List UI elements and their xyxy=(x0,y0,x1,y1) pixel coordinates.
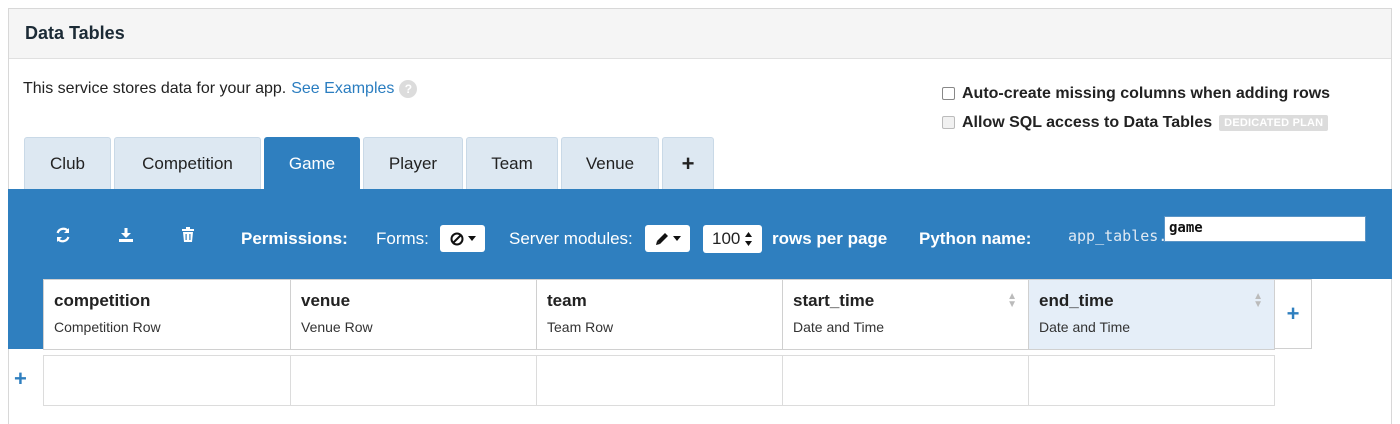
stepper-icon[interactable] xyxy=(744,231,753,247)
sql-access-option[interactable]: Allow SQL access to Data Tables DEDICATE… xyxy=(942,108,1330,137)
no-access-icon xyxy=(450,232,463,245)
column-name: team xyxy=(547,291,587,310)
column-type: Date and Time xyxy=(1039,319,1131,335)
tab-competition[interactable]: Competition xyxy=(114,137,261,189)
column-header-venue[interactable]: venue Venue Row xyxy=(291,279,537,350)
rows-per-page-label: rows per page xyxy=(772,229,888,248)
dedicated-plan-badge: DEDICATED PLAN xyxy=(1219,114,1329,131)
column-name: competition xyxy=(54,291,151,310)
question-icon[interactable]: ? xyxy=(399,80,418,98)
row-gutter xyxy=(8,279,43,349)
new-row-cell[interactable] xyxy=(783,355,1029,406)
column-name: end_time xyxy=(1039,291,1114,310)
new-row-cell[interactable] xyxy=(1029,355,1275,406)
see-examples-link[interactable]: See Examples xyxy=(291,80,394,98)
table-options: Auto-create missing columns when adding … xyxy=(942,79,1330,137)
python-name-input[interactable]: game xyxy=(1164,216,1366,242)
python-name-label: Python name: xyxy=(919,229,1032,248)
add-row-button[interactable]: + xyxy=(14,366,27,392)
chevron-down-icon xyxy=(672,235,681,241)
pencil-icon xyxy=(655,232,668,245)
auto-create-checkbox[interactable] xyxy=(942,87,955,100)
server-modules-permission-select[interactable] xyxy=(645,225,690,252)
chevron-down-icon xyxy=(467,235,476,241)
column-type: Venue Row xyxy=(301,319,373,335)
tab-player[interactable]: Player xyxy=(363,137,463,189)
refresh-icon xyxy=(56,227,70,243)
tab-team[interactable]: Team xyxy=(466,137,558,189)
table-toolbar: Permissions: Forms: Server modules: 100 … xyxy=(8,189,1392,279)
forms-label: Forms: xyxy=(376,229,429,248)
add-column-button[interactable]: + xyxy=(1275,279,1312,349)
rows-per-page-input[interactable]: 100 xyxy=(703,225,762,253)
panel-title: Data Tables xyxy=(25,23,125,43)
new-row-cell[interactable] xyxy=(291,355,537,406)
sql-access-checkbox[interactable] xyxy=(942,116,955,129)
tab-venue[interactable]: Venue xyxy=(561,137,659,189)
panel-header: Data Tables xyxy=(9,9,1391,59)
download-icon xyxy=(119,228,133,242)
auto-create-label: Auto-create missing columns when adding … xyxy=(962,84,1331,102)
table-tabs: Club Competition Game Player Team Venue … xyxy=(24,137,714,189)
column-header-end-time[interactable]: end_time Date and Time ▲ ▼ xyxy=(1029,279,1275,350)
column-header-start-time[interactable]: start_time Date and Time ▲ ▼ xyxy=(783,279,1029,350)
trash-icon xyxy=(182,227,194,242)
download-button[interactable] xyxy=(110,220,142,250)
column-name: start_time xyxy=(793,291,875,310)
intro-description: This service stores data for your app. xyxy=(23,80,287,97)
tab-club[interactable]: Club xyxy=(24,137,111,189)
column-type: Date and Time xyxy=(793,319,885,335)
sort-icon[interactable]: ▲ ▼ xyxy=(1253,292,1263,310)
column-header-competition[interactable]: competition Competition Row xyxy=(43,279,291,350)
column-name: venue xyxy=(301,291,351,310)
column-header-team[interactable]: team Team Row xyxy=(537,279,783,350)
add-table-tab[interactable]: + xyxy=(662,137,714,189)
tab-game[interactable]: Game xyxy=(264,137,360,189)
sort-icon[interactable]: ▲ ▼ xyxy=(1007,292,1017,310)
sql-access-label: Allow SQL access to Data Tables xyxy=(962,113,1213,131)
new-row-cell[interactable] xyxy=(43,355,291,406)
intro-text: This service stores data for your app. S… xyxy=(23,80,418,98)
python-name-prefix: app_tables. xyxy=(1068,227,1168,245)
permissions-label: Permissions: xyxy=(241,229,348,248)
delete-table-button[interactable] xyxy=(172,220,204,250)
column-type: Team Row xyxy=(547,319,614,335)
server-modules-label: Server modules: xyxy=(509,229,633,248)
auto-create-option[interactable]: Auto-create missing columns when adding … xyxy=(942,79,1330,108)
forms-permission-select[interactable] xyxy=(440,225,485,252)
column-type: Competition Row xyxy=(54,319,161,335)
rows-per-page-value: 100 xyxy=(712,229,741,248)
new-row-cell[interactable] xyxy=(537,355,783,406)
refresh-button[interactable] xyxy=(47,220,79,250)
